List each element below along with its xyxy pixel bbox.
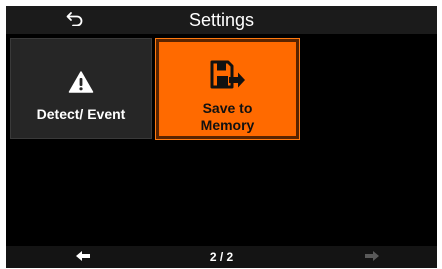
warning-icon	[68, 67, 94, 97]
save-to-memory-tile[interactable]: Save to Memory	[156, 39, 299, 139]
detect-event-label: Detect/ Event	[36, 106, 126, 122]
arrow-right-icon	[365, 248, 379, 266]
footer-bar: 2 / 2	[6, 246, 437, 268]
settings-screen: Settings Detect/ Event Save to Memory 2 …	[6, 6, 437, 268]
page-title: Settings	[188, 10, 255, 30]
save-to-memory-label: Save to Memory	[200, 100, 255, 133]
next-page-button[interactable]	[362, 249, 382, 265]
header-bar: Settings	[6, 6, 437, 34]
save-floppy-icon	[209, 56, 247, 94]
detect-event-tile[interactable]: Detect/ Event	[10, 38, 152, 139]
